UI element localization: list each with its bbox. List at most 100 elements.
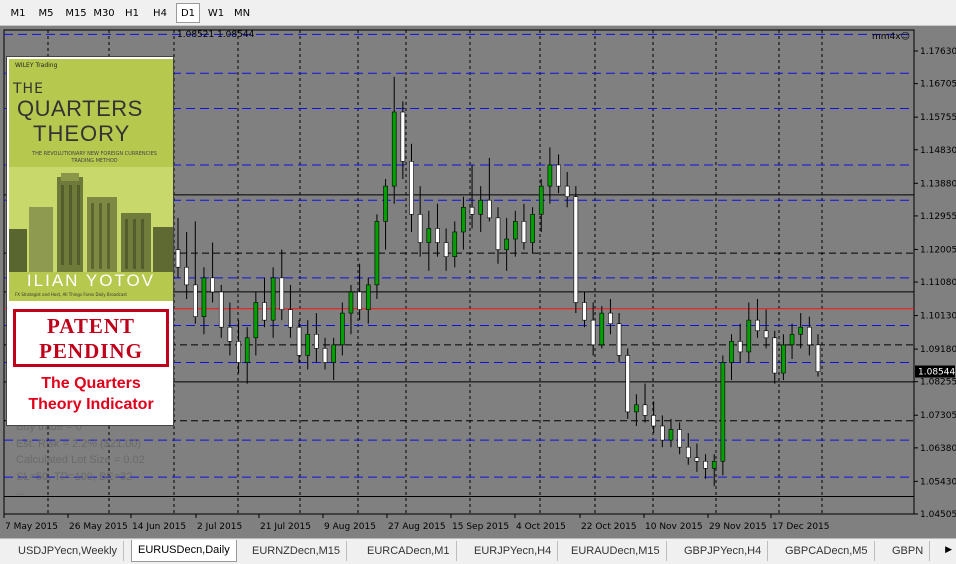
candle-body	[270, 277, 276, 321]
book-title-theory: THEORY	[33, 121, 131, 146]
candle-body	[815, 344, 821, 372]
timeframe-h4[interactable]: H4	[148, 3, 172, 23]
price-tick-label: 1.10130	[920, 312, 956, 322]
symbol-tab[interactable]: EURAUDecn,M15	[565, 541, 667, 561]
smiley-icon: ☺	[900, 32, 910, 42]
symbol-tab[interactable]: GBPJPYecn,H4	[678, 541, 769, 561]
timeframe-d1[interactable]: D1	[176, 3, 200, 23]
book-panel: WILEY Trading THE QUARTERS THEORY THE RE…	[6, 56, 174, 426]
trade-info-line: --	[16, 488, 24, 500]
candle-body	[461, 206, 466, 233]
candle-body	[763, 330, 769, 339]
candle-body	[443, 242, 449, 257]
candle-body	[746, 319, 752, 353]
header-values: 1.08521 1.08544	[177, 30, 255, 40]
date-tick-label: 2 Jul 2015	[197, 522, 242, 532]
candle-body	[703, 460, 708, 469]
candle-body	[296, 326, 302, 356]
book-title-the: THE	[13, 81, 44, 97]
date-tick-label: 29 Nov 2015	[709, 522, 767, 532]
candle-body	[391, 111, 397, 187]
date-tick-label: 26 May 2015	[69, 522, 128, 532]
candle-body	[720, 362, 726, 462]
symbol-tab[interactable]: EURNZDecn,M15	[246, 541, 348, 561]
candle-body	[452, 231, 458, 257]
book-subtitle: THE REVOLUTIONARY NEW FOREIGN CURRENCIES…	[32, 151, 157, 164]
date-tick-label: 14 Jun 2015	[132, 522, 186, 532]
tab-scroll-right-icon[interactable]: ▶	[945, 545, 952, 555]
price-tick-label: 1.09180	[920, 345, 956, 355]
candle-body	[512, 221, 518, 240]
timeframe-w1[interactable]: W1	[204, 3, 228, 23]
candle-body	[426, 228, 432, 243]
candle-body	[322, 348, 328, 363]
timeframe-toolbar: M1 M5 M15 M30 H1 H4 D1 W1 MN	[0, 0, 956, 26]
symbol-tab[interactable]: GBPCADecn,M5	[779, 541, 875, 561]
candle-body	[590, 319, 596, 346]
candle-body	[573, 196, 579, 303]
candle-body	[564, 185, 570, 197]
symbol-tab[interactable]: GBPN	[886, 541, 931, 561]
candle-body	[340, 312, 345, 346]
candle-body	[487, 199, 492, 219]
symbol-tab[interactable]: USDJPYecn,Weekly	[12, 541, 125, 561]
candle-body	[521, 221, 527, 243]
candle-body	[184, 266, 189, 286]
candle-body	[651, 415, 656, 427]
symbol-tab[interactable]: EURJPYecn,H4	[468, 541, 559, 561]
price-tick-label: 1.12955	[920, 212, 956, 222]
candle-body	[599, 312, 605, 346]
skyline-illustration	[9, 167, 173, 272]
indicator-label: mm4x☺	[872, 32, 910, 42]
candle-body	[409, 161, 414, 215]
candle-body	[772, 337, 778, 374]
date-tick-label: 4 Oct 2015	[516, 522, 566, 532]
candle-body	[694, 457, 700, 462]
candle-body	[798, 326, 804, 335]
candle-body	[677, 429, 682, 448]
candle-body	[279, 277, 285, 310]
price-tick-label: 1.11080	[920, 278, 956, 288]
candle-body	[530, 214, 535, 243]
book-cover: WILEY Trading THE QUARTERS THEORY THE RE…	[9, 59, 173, 301]
candle-body	[737, 341, 743, 353]
timeframe-h1[interactable]: H1	[120, 3, 144, 23]
timeframe-m30[interactable]: M30	[90, 3, 118, 23]
symbol-tab[interactable]: EURCADecn,M1	[361, 541, 457, 561]
date-tick-label: 21 Jul 2015	[260, 522, 311, 532]
publisher-label: WILEY Trading	[15, 62, 58, 69]
candle-body	[625, 355, 631, 413]
price-tick-label: 1.13880	[920, 179, 956, 189]
patent-stamp: PATENT PENDING	[13, 309, 169, 367]
date-tick-label: 17 Dec 2015	[772, 522, 830, 532]
candle-body	[218, 291, 224, 328]
indicator-text: mm4x	[872, 32, 901, 42]
trade-info-line: Calculated Lot Size = 0.02	[16, 454, 145, 466]
candle-body	[262, 302, 267, 321]
timeframe-m1[interactable]: M1	[6, 3, 30, 23]
candle-body	[729, 341, 734, 363]
timeframe-m5[interactable]: M5	[34, 3, 58, 23]
trade-info-line: Est. Risk = 2.2% ($21.00)	[16, 438, 142, 450]
symbol-tab[interactable]: EURUSDecn,Daily	[131, 540, 237, 562]
candle-body	[236, 341, 241, 363]
date-tick-label: 15 Sep 2015	[452, 522, 509, 532]
candle-body	[668, 429, 674, 441]
current-price-label: 1.08544	[918, 368, 955, 378]
candle-body	[789, 333, 795, 346]
candle-body	[305, 333, 311, 356]
chart-area[interactable]: 1.17630 1.16705 1.15755 1.14830 1.13880 1.129…	[0, 26, 956, 538]
symbol-tab-bar: GBPN GBPCADecn,M5 GBPJPYecn,H4 EURAUDecn,M1…	[0, 538, 956, 564]
candle-body	[616, 323, 622, 356]
candle-body	[365, 284, 371, 310]
candle-body	[357, 291, 362, 310]
timeframe-mn[interactable]: MN	[230, 3, 254, 23]
candle-body	[478, 199, 484, 215]
timeframe-m15[interactable]: M15	[62, 3, 90, 23]
price-tick-label: 1.05430	[920, 477, 956, 487]
book-author-note: FX Strategist and Host, All Things Forex…	[15, 292, 127, 297]
trade-info-line: SL=50, TP=100, BE=32	[16, 471, 133, 483]
candle-body	[314, 333, 319, 349]
candle-body	[755, 319, 760, 332]
candle-body	[383, 185, 388, 222]
